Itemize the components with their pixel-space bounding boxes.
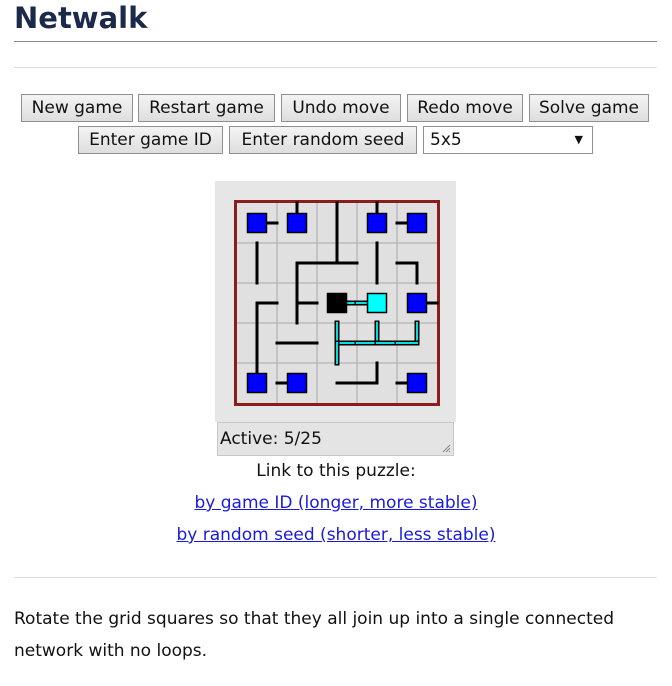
endpoint-square <box>246 212 268 234</box>
chevron-down-icon: ▼ <box>574 133 583 146</box>
link-by-game-id-row: by game ID (longer, more stable) <box>0 493 672 513</box>
toolbar-divider <box>14 67 657 68</box>
link-by-random-seed[interactable]: by random seed (shorter, less stable) <box>177 525 496 545</box>
endpoint-square <box>406 212 428 234</box>
new-game-button[interactable]: New game <box>21 94 133 122</box>
grid-size-select-value: 5x5 <box>430 130 462 150</box>
endpoint-square <box>366 292 388 314</box>
resize-grip-icon[interactable] <box>441 443 451 453</box>
title-divider <box>14 41 657 42</box>
link-by-random-seed-row: by random seed (shorter, less stable) <box>0 525 672 545</box>
endpoint-square <box>286 372 308 394</box>
game-description: Rotate the grid squares so that they all… <box>14 609 614 661</box>
enter-game-id-button[interactable]: Enter game ID <box>78 126 223 154</box>
grid-size-select[interactable]: 5x5 ▼ <box>423 126 593 154</box>
puzzle-board[interactable] <box>215 181 456 422</box>
game-frame <box>215 181 456 422</box>
restart-game-button[interactable]: Restart game <box>138 94 275 122</box>
enter-random-seed-button[interactable]: Enter random seed <box>229 126 417 154</box>
page-title: Netwalk <box>14 1 148 35</box>
undo-move-button[interactable]: Undo move <box>281 94 401 122</box>
status-text: Active: 5/25 <box>220 429 322 449</box>
endpoint-square <box>246 372 268 394</box>
endpoint-square <box>286 212 308 234</box>
endpoint-square <box>406 292 428 314</box>
power-source <box>326 292 348 314</box>
link-heading: Link to this puzzle: <box>256 461 416 481</box>
link-by-game-id[interactable]: by game ID (longer, more stable) <box>195 493 478 513</box>
description-divider <box>14 577 657 578</box>
redo-move-button[interactable]: Redo move <box>407 94 523 122</box>
endpoint-square <box>366 212 388 234</box>
page: Netwalk New game Restart game Undo move … <box>0 0 672 686</box>
status-bar: Active: 5/25 <box>217 422 454 456</box>
solve-game-button[interactable]: Solve game <box>529 94 649 122</box>
endpoint-square <box>406 372 428 394</box>
